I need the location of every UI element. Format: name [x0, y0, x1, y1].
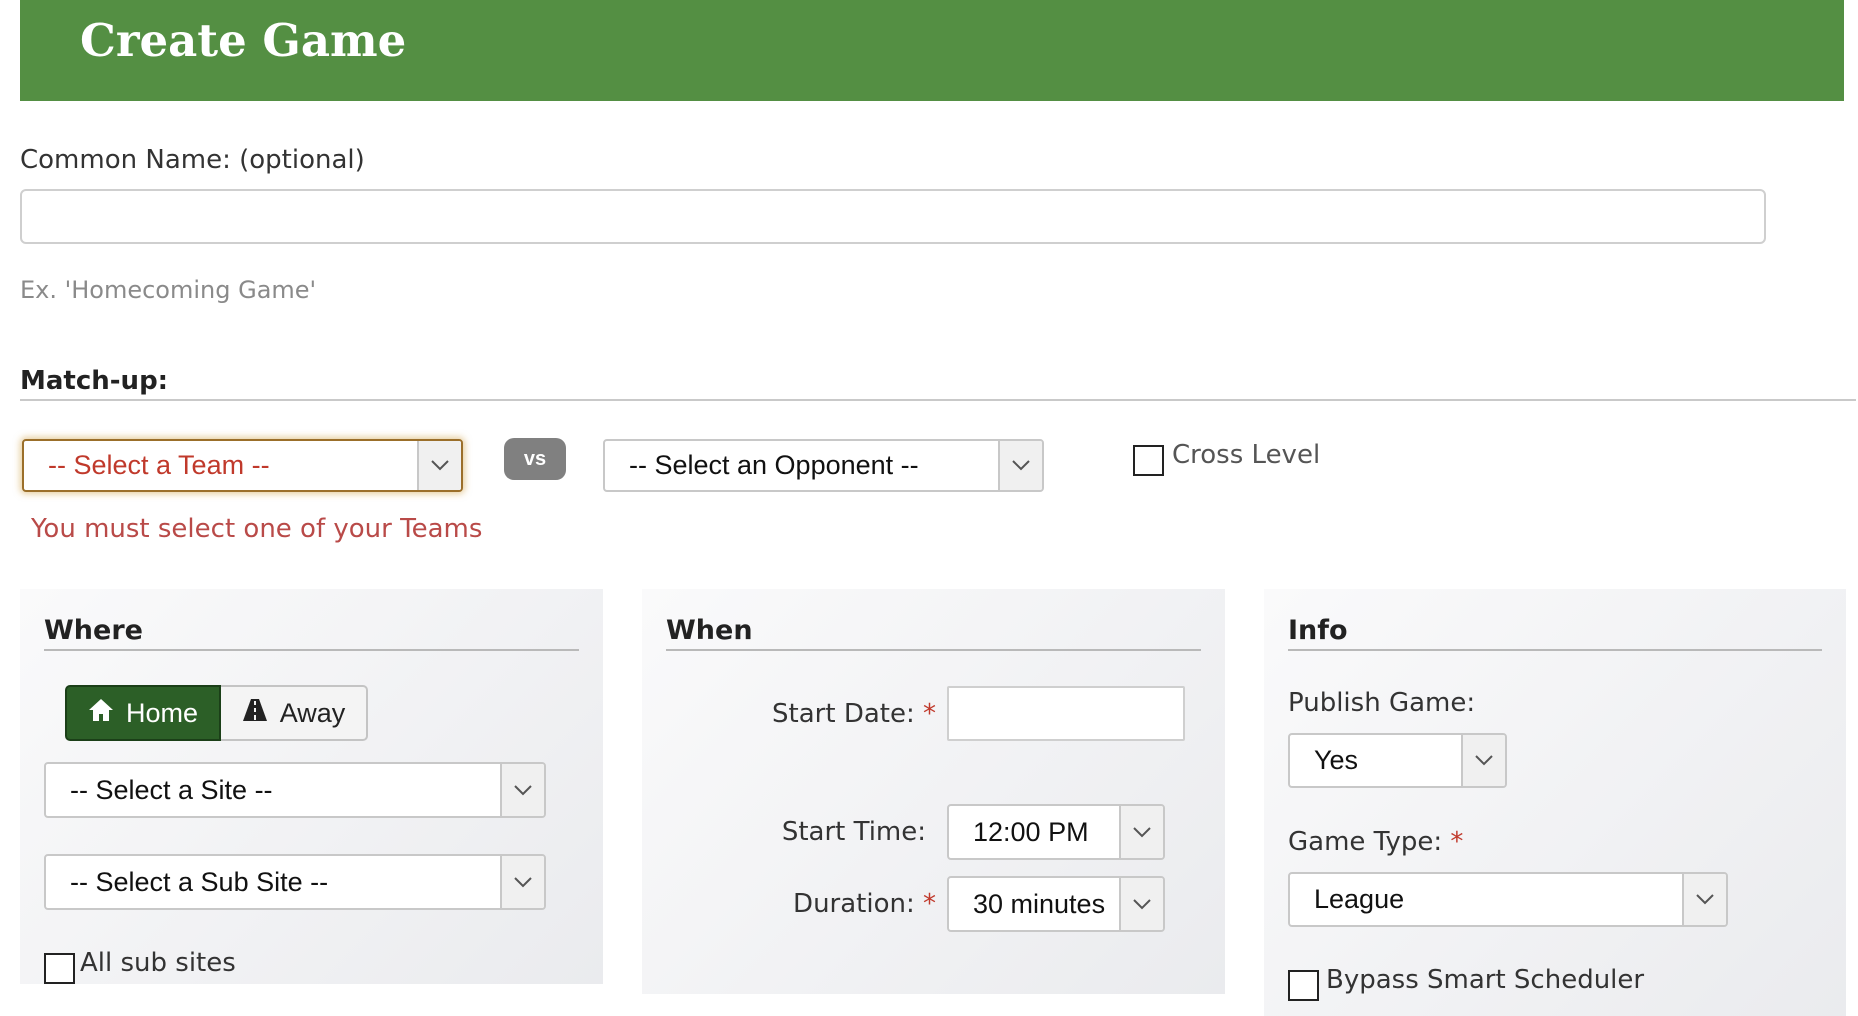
when-title: When	[666, 615, 753, 646]
team-select[interactable]: -- Select a Team --	[22, 439, 463, 492]
bypass-smart-scheduler-label: Bypass Smart Scheduler	[1326, 965, 1645, 995]
chevron-down-icon	[1119, 806, 1163, 858]
subsite-select-value: -- Select a Sub Site --	[70, 866, 329, 897]
page-header: Create Game	[20, 0, 1844, 101]
duration-select[interactable]: 30 minutes	[947, 876, 1165, 932]
start-date-input[interactable]	[947, 686, 1185, 741]
site-select[interactable]: -- Select a Site --	[44, 762, 546, 818]
game-type-value: League	[1314, 884, 1405, 914]
cross-level-checkbox[interactable]	[1133, 445, 1164, 476]
chevron-down-icon	[998, 441, 1042, 490]
start-time-label: Start Time:	[781, 817, 926, 847]
start-date-label: Start Date: *	[772, 699, 936, 729]
team-select-value: -- Select a Team --	[48, 450, 270, 480]
game-type-label: Game Type: *	[1288, 827, 1464, 857]
page-title: Create Game	[80, 14, 407, 67]
vs-badge: vs	[504, 438, 566, 480]
chevron-down-icon	[500, 856, 544, 908]
chevron-down-icon	[1119, 878, 1163, 930]
chevron-down-icon	[417, 441, 461, 490]
all-sub-sites-checkbox[interactable]	[44, 953, 75, 984]
site-select-value: -- Select a Site --	[70, 774, 273, 805]
publish-game-value: Yes	[1314, 745, 1359, 775]
home-label: Home	[125, 697, 199, 728]
away-toggle-button[interactable]: Away	[221, 685, 368, 741]
common-name-input[interactable]	[20, 189, 1766, 244]
chevron-down-icon	[1682, 874, 1726, 925]
cross-level-label: Cross Level	[1172, 440, 1321, 470]
info-divider	[1288, 649, 1822, 651]
where-panel: Where Home Away -- Select a Site -- -- S…	[20, 589, 603, 984]
duration-value: 30 minutes	[973, 888, 1106, 919]
home-toggle-button[interactable]: Home	[65, 685, 221, 741]
opponent-select[interactable]: -- Select an Opponent --	[603, 439, 1044, 492]
chevron-down-icon	[1461, 735, 1505, 786]
team-error-message: You must select one of your Teams	[31, 514, 483, 544]
bypass-smart-scheduler-checkbox[interactable]	[1288, 970, 1319, 1001]
subsite-select[interactable]: -- Select a Sub Site --	[44, 854, 546, 910]
opponent-select-value: -- Select an Opponent --	[629, 450, 919, 480]
matchup-divider	[20, 399, 1856, 401]
where-divider	[44, 649, 579, 651]
common-name-label: Common Name: (optional)	[20, 145, 365, 175]
all-sub-sites-label: All sub sites	[80, 948, 236, 978]
when-divider	[666, 649, 1201, 651]
common-name-hint: Ex. 'Homecoming Game'	[20, 276, 317, 304]
publish-game-select[interactable]: Yes	[1288, 733, 1507, 788]
game-type-select[interactable]: League	[1288, 872, 1728, 927]
chevron-down-icon	[500, 764, 544, 816]
duration-label: Duration: *	[793, 889, 936, 919]
info-panel: Info Publish Game: Yes Game Type: * Leag…	[1264, 589, 1846, 1016]
publish-game-label: Publish Game:	[1288, 688, 1476, 718]
when-panel: When Start Date: * Start Time: 12:00 PM …	[642, 589, 1225, 994]
start-time-select[interactable]: 12:00 PM	[947, 804, 1165, 860]
where-title: Where	[44, 615, 143, 646]
home-icon	[88, 698, 114, 729]
away-label: Away	[279, 697, 346, 728]
start-time-value: 12:00 PM	[973, 816, 1089, 847]
info-title: Info	[1288, 615, 1348, 646]
matchup-label: Match-up:	[20, 366, 169, 396]
road-icon	[242, 698, 268, 729]
